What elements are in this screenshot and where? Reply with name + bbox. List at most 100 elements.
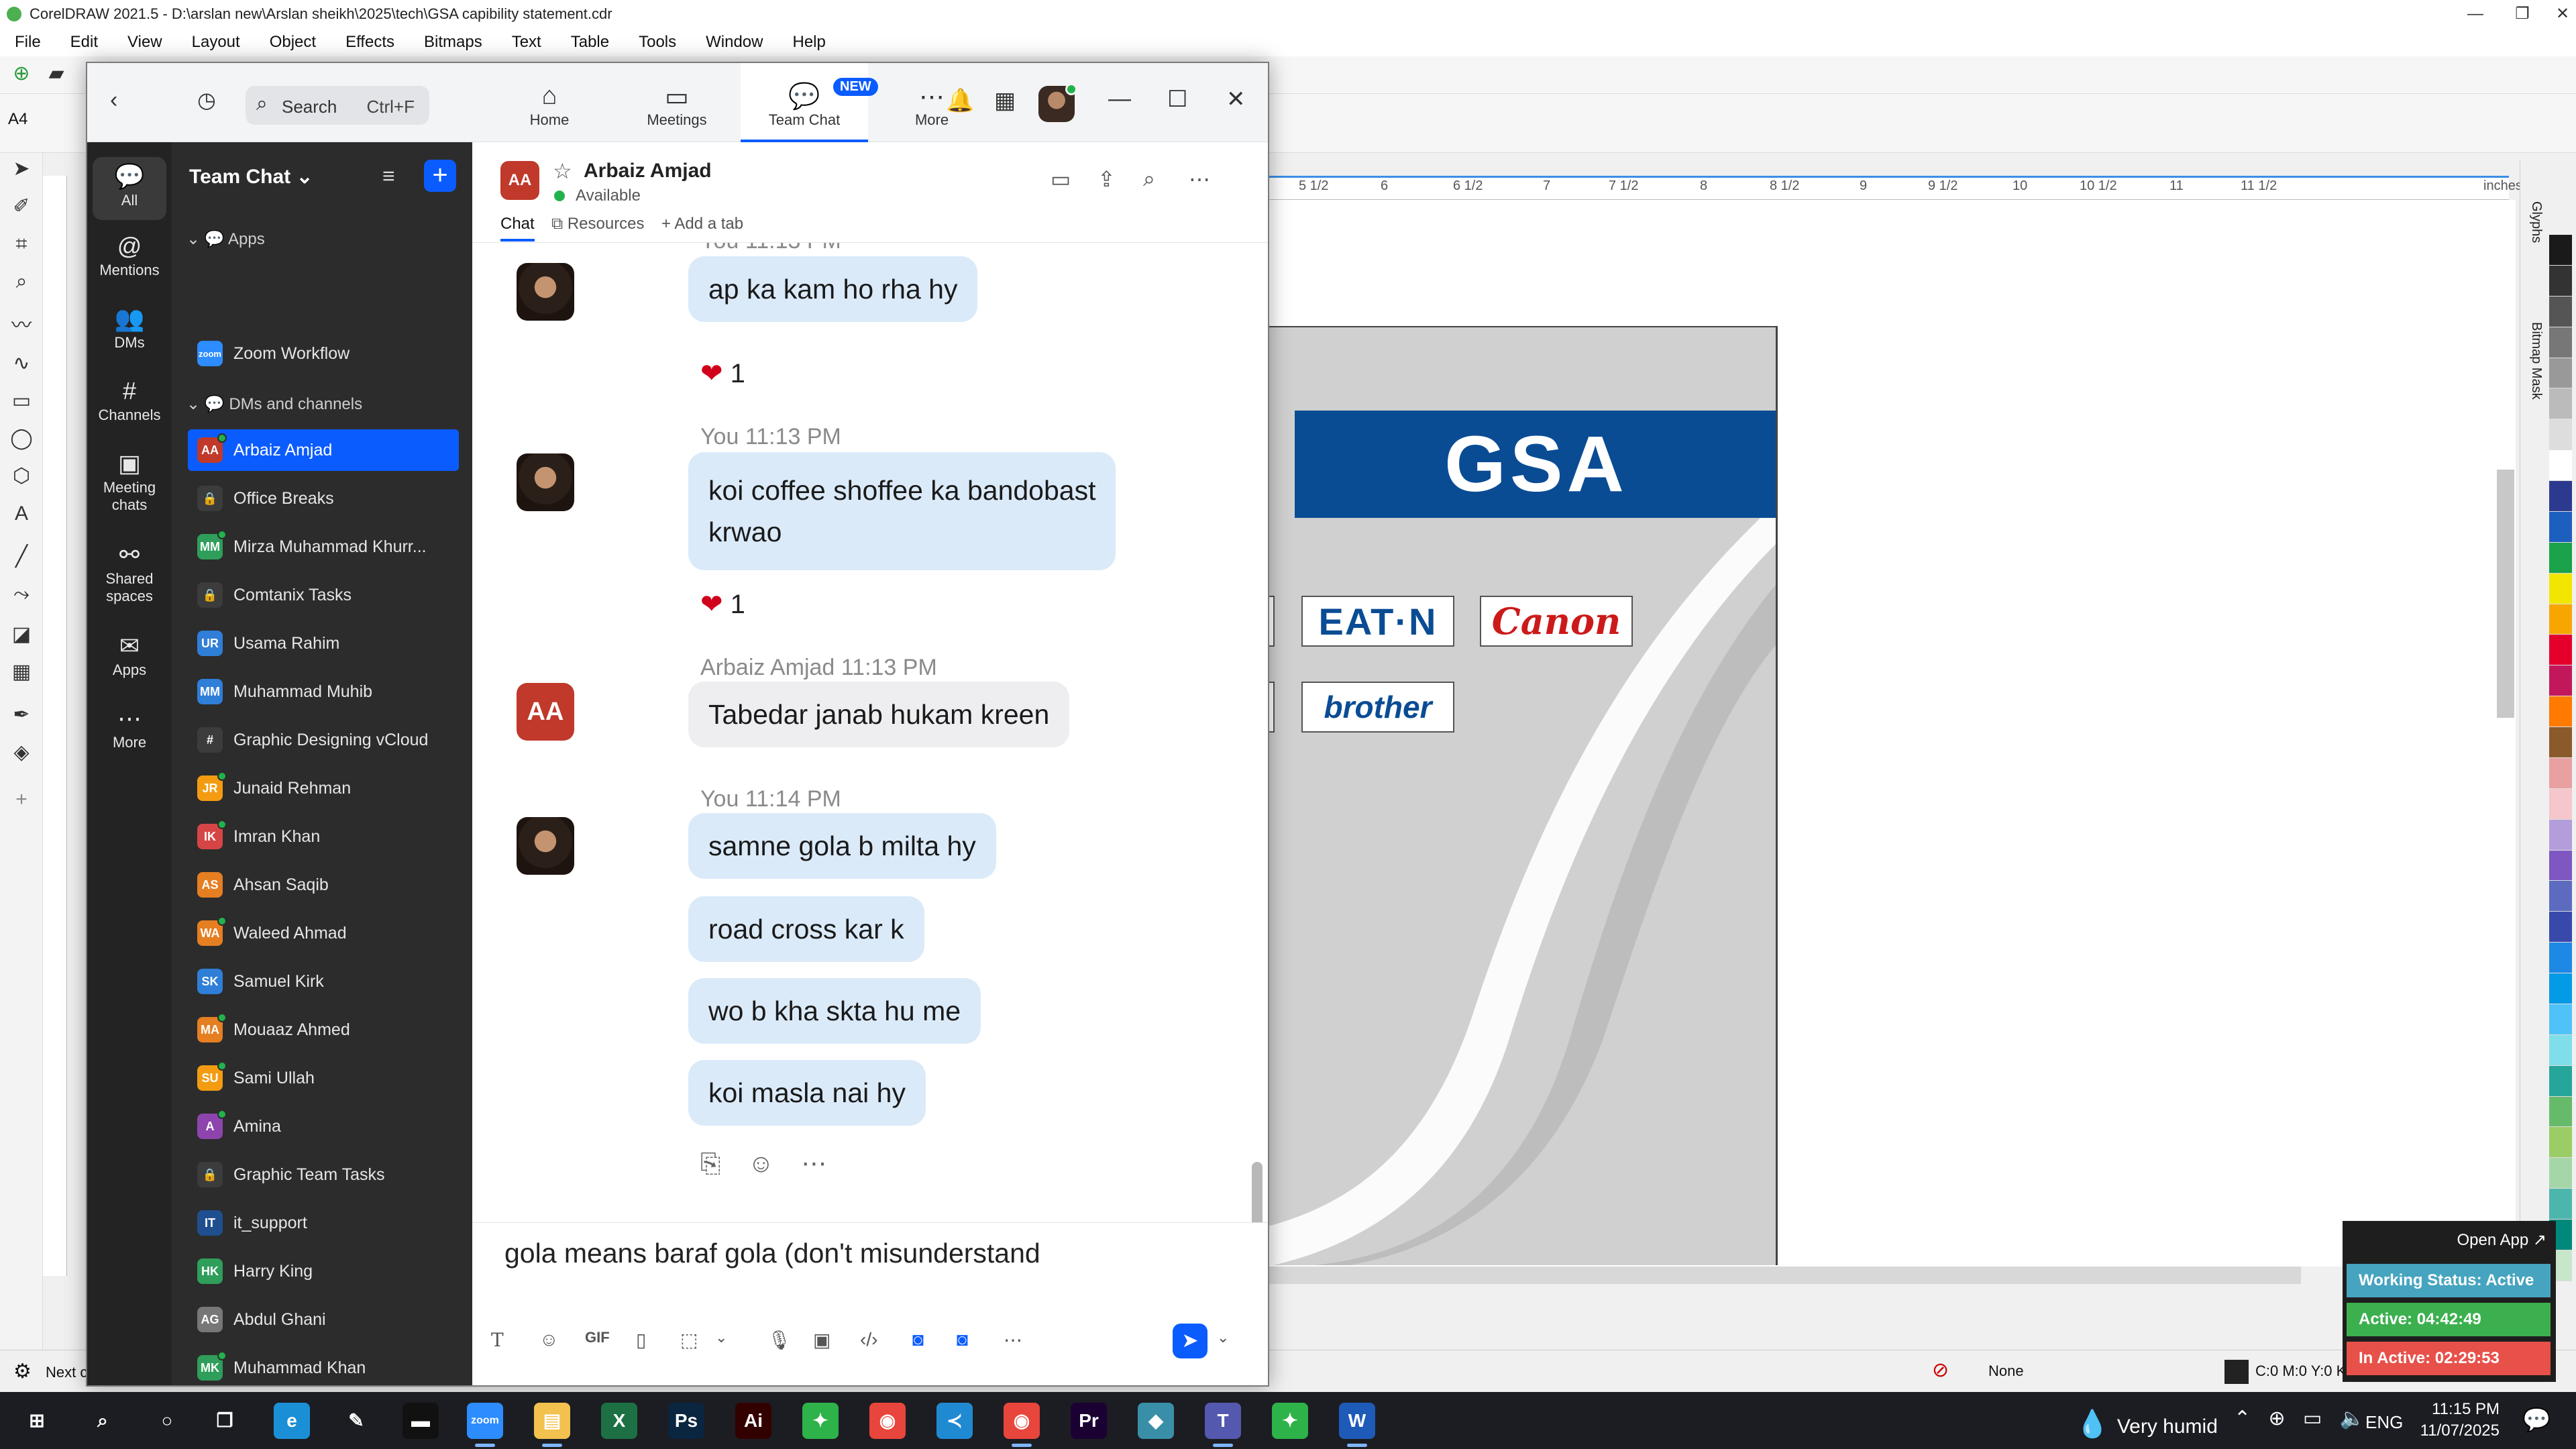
menu-table[interactable]: Table <box>571 33 609 52</box>
message-bubble[interactable]: road cross kar k <box>688 896 924 962</box>
polygon-tool-icon[interactable]: ⬡ <box>9 464 34 488</box>
message-bubble[interactable]: koi coffee shoffee ka bandobast krwao <box>688 452 1116 570</box>
message-bubble[interactable]: wo b kha skta hu me <box>688 978 981 1044</box>
contact-avatar[interactable]: AA <box>517 683 574 741</box>
palette-swatch[interactable] <box>2549 1158 2572 1189</box>
reaction-heart[interactable]: ❤ 1 <box>700 589 745 620</box>
maximize-icon[interactable]: ☐ <box>1167 86 1187 113</box>
menu-view[interactable]: View <box>127 33 162 52</box>
message-composer[interactable]: gola means baraf gola (don't misundersta… <box>472 1222 1268 1385</box>
sidebar-item[interactable]: IK Imran Khan <box>188 816 459 857</box>
taskbar-illustrator-icon[interactable]: Ai <box>735 1403 771 1439</box>
composer-input[interactable]: gola means baraf gola (don't misundersta… <box>504 1238 1040 1269</box>
chevron-up-icon[interactable]: ⌃ <box>2234 1407 2251 1430</box>
palette-swatch[interactable] <box>2549 819 2572 851</box>
sidebar-item-zoom-workflow[interactable]: zoom Zoom Workflow <box>188 333 456 374</box>
palette-swatch[interactable] <box>2549 327 2572 358</box>
crop-tool-icon[interactable]: ⌗ <box>9 232 34 256</box>
whiteboard-icon[interactable]: ◙ <box>957 1329 968 1350</box>
microphone-icon[interactable]: 🎙 <box>767 1329 792 1351</box>
sidebar-item[interactable]: A Amina <box>188 1106 459 1147</box>
vertical-scrollbar[interactable] <box>2497 470 2514 718</box>
search-icon[interactable]: ⌕ <box>1143 166 1155 192</box>
eyedropper-tool-icon[interactable]: ✒ <box>9 703 34 727</box>
taskbar-start-icon[interactable]: ⊞ <box>19 1403 55 1439</box>
sidebar-item[interactable]: AG Abdul Ghani <box>188 1299 459 1340</box>
sidebar-item[interactable]: IT it_support <box>188 1202 459 1244</box>
menu-effects[interactable]: Effects <box>345 33 394 52</box>
taskbar-teams-icon[interactable]: T <box>1205 1403 1241 1447</box>
palette-swatch[interactable] <box>2549 450 2572 481</box>
menu-bitmaps[interactable]: Bitmaps <box>424 33 482 52</box>
rail-more[interactable]: ⋯ More <box>93 703 166 751</box>
search-box[interactable]: ⌕ Search Ctrl+F <box>246 86 429 125</box>
taskbar-zoom-icon[interactable]: zoom <box>467 1403 503 1447</box>
minimize-icon[interactable]: — <box>1108 86 1131 112</box>
palette-swatch[interactable] <box>2549 358 2572 389</box>
emoji-icon[interactable]: ☺ <box>539 1329 559 1350</box>
notification-center-icon[interactable]: 💬 <box>2522 1407 2551 1434</box>
section-apps[interactable]: ⌄ 💬 Apps <box>186 229 265 249</box>
palette-swatch[interactable] <box>2549 265 2572 297</box>
rail-channels[interactable]: # Channels <box>93 376 166 424</box>
rail-mentions[interactable]: @ Mentions <box>93 231 166 279</box>
bezier-tool-icon[interactable]: ∿ <box>9 352 34 376</box>
palette-swatch[interactable] <box>2549 604 2572 635</box>
tab-resources[interactable]: ⧉ Resources <box>551 215 645 233</box>
message-bubble[interactable]: koi masla nai hy <box>688 1060 926 1126</box>
palette-swatch[interactable] <box>2549 1034 2572 1066</box>
palette-swatch[interactable] <box>2549 696 2572 727</box>
sidebar-item[interactable]: MM Mirza Muhammad Khurr... <box>188 526 459 568</box>
minimize-icon[interactable]: — <box>2455 0 2496 28</box>
palette-swatch[interactable] <box>2549 943 2572 973</box>
message-bubble[interactable]: samne gola b milta hy <box>688 813 996 879</box>
language-indicator[interactable]: ENG <box>2365 1412 2403 1433</box>
screenshot-icon[interactable]: ⬚ <box>680 1329 698 1351</box>
gif-icon[interactable]: GIF <box>585 1329 610 1346</box>
palette-swatch[interactable] <box>2549 1096 2572 1128</box>
star-icon[interactable]: ☆ <box>553 158 572 184</box>
sidebar-item[interactable]: SU Sami Ullah <box>188 1057 459 1099</box>
nav-meetings[interactable]: ▭ Meetings <box>613 63 741 142</box>
palette-swatch[interactable] <box>2549 481 2572 512</box>
palette-swatch[interactable] <box>2549 881 2572 912</box>
history-icon[interactable]: ◷ <box>197 87 216 113</box>
sidebar-item[interactable]: 🔒 Comtanix Tasks <box>188 574 459 616</box>
contact-name[interactable]: Arbaiz Amjad <box>584 160 712 182</box>
reaction-heart[interactable]: ❤ 1 <box>700 358 745 389</box>
sidebar-item[interactable]: AA Arbaiz Amjad <box>188 429 459 471</box>
open-app-link[interactable]: Open App ↗ <box>2457 1230 2546 1250</box>
palette-swatch[interactable] <box>2549 1127 2572 1159</box>
reply-thread-icon[interactable]: ⎘ <box>700 1150 720 1178</box>
more-dots-icon[interactable]: ⋯ <box>1004 1329 1022 1351</box>
pick-tool-icon[interactable]: ➤ <box>9 157 34 181</box>
taskbar-explorer-icon[interactable]: ▤ <box>534 1403 570 1447</box>
sidebar-item[interactable]: SK Samuel Kirk <box>188 961 459 1002</box>
palette-swatch[interactable] <box>2549 850 2572 881</box>
docker-tab-glyphs[interactable]: Glyphs <box>2521 201 2544 268</box>
taskbar-pen-icon[interactable]: ✎ <box>338 1403 374 1439</box>
taskbar-chrome-icon[interactable]: ◉ <box>869 1403 906 1439</box>
taskbar-app-teal-icon[interactable]: ◆ <box>1138 1403 1174 1439</box>
tab-add[interactable]: + Add a tab <box>661 215 743 233</box>
connector-tool-icon[interactable]: ╱ <box>9 545 34 569</box>
sidebar-item[interactable]: AS Ahsan Saqib <box>188 864 459 906</box>
zoom-tool-icon[interactable]: ⌕ <box>9 270 34 294</box>
horizontal-scrollbar[interactable] <box>1268 1267 2301 1284</box>
message-bubble[interactable]: ap ka kam ho rha hy <box>688 256 978 322</box>
transparency-tool-icon[interactable]: ▦ <box>9 660 34 684</box>
self-avatar[interactable] <box>517 263 574 321</box>
palette-swatch[interactable] <box>2549 912 2572 943</box>
close-icon[interactable]: ✕ <box>2542 0 2576 28</box>
taskbar-search-icon[interactable]: ⌕ <box>85 1403 121 1439</box>
taskbar-vscode-icon[interactable]: ≺ <box>936 1403 973 1439</box>
taskbar-terminal-icon[interactable]: ▬ <box>402 1403 439 1439</box>
nav-more[interactable]: ⋯ More <box>868 63 996 142</box>
palette-swatch[interactable] <box>2549 1065 2572 1097</box>
settings-gear-icon[interactable]: ⚙ <box>13 1360 32 1383</box>
shadow-tool-icon[interactable]: ◪ <box>9 623 34 647</box>
rail-dms[interactable]: 👥 DMs <box>93 303 166 352</box>
message-bubble[interactable]: Tabedar janab hukam kreen <box>688 682 1070 747</box>
video-call-icon[interactable]: ▭ <box>1051 166 1071 192</box>
taskbar-edge-icon[interactable]: e <box>274 1403 310 1439</box>
